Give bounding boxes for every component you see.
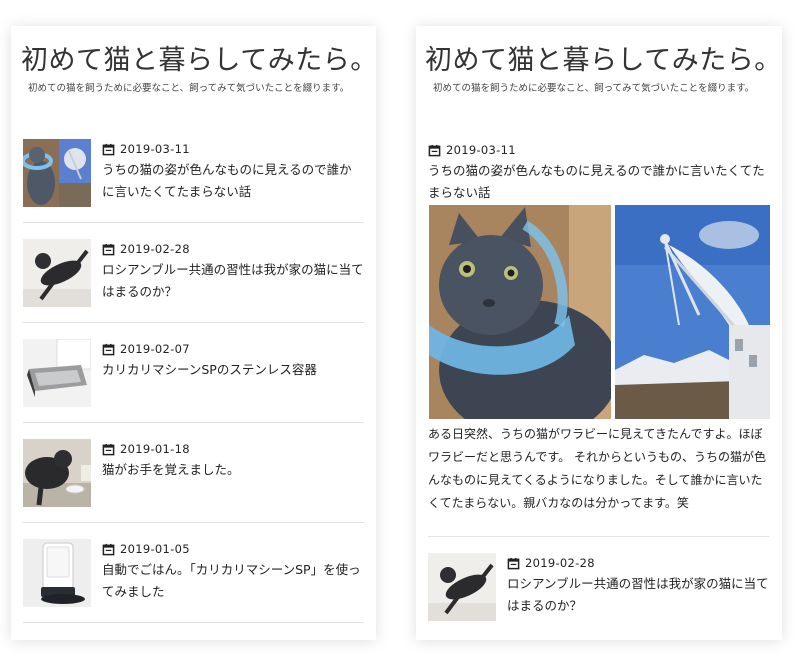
- site-title[interactable]: 初めて猫と暮らしてみたら。: [21, 38, 376, 77]
- site-description: 初めての猫を飼うために必要なこと、飼ってみて気づいたことを綴ります。: [28, 83, 350, 94]
- post-meta: 2019-01-18 猫がお手を覚えました。: [102, 441, 364, 481]
- post-date-text: 2019-02-28: [120, 242, 190, 256]
- divider: [23, 322, 364, 323]
- post-thumbnail[interactable]: [428, 553, 496, 621]
- list-item[interactable]: 2019-02-28 ロシアンブルー共通の習性は我が家の猫に当てはまるのか？: [23, 239, 364, 339]
- calendar-icon: [102, 443, 115, 455]
- calendar-icon: [102, 143, 115, 155]
- list-item[interactable]: 2019-03-11 うちの猫の姿が色んなものに見えるので誰かに言いたくてたまら…: [23, 139, 364, 239]
- post-meta: 2019-03-11 うちの猫の姿が色んなものに見えるので誰かに言いたくてたまら…: [102, 141, 364, 203]
- list-item[interactable]: 2019-02-07 カリカリマシーンSPのステンレス容器: [23, 339, 364, 439]
- post-thumbnail[interactable]: [23, 539, 91, 607]
- post-date: 2019-03-11: [428, 142, 770, 158]
- divider: [428, 536, 769, 537]
- post-title-link[interactable]: ロシアンブルー共通の習性は我が家の猫に当てはまるのか？: [507, 573, 769, 617]
- calendar-icon: [102, 343, 115, 355]
- post-date-text: 2019-01-18: [120, 442, 190, 456]
- post-date-text: 2019-02-28: [525, 556, 595, 570]
- post-title-link[interactable]: 猫がお手を覚えました。: [102, 459, 364, 481]
- list-item[interactable]: 2019-01-05 自動でごはん。「カリカリマシーンSP」を使ってみました: [23, 539, 364, 639]
- divider: [23, 422, 364, 423]
- featured-image[interactable]: [429, 205, 770, 419]
- post-date: 2019-01-05: [102, 541, 364, 557]
- post-date: 2019-01-18: [102, 441, 364, 457]
- post-date: 2019-03-11: [102, 141, 364, 157]
- post-meta: 2019-01-05 自動でごはん。「カリカリマシーンSP」を使ってみました: [102, 541, 364, 603]
- post-title-link[interactable]: カリカリマシーンSPのステンレス容器: [102, 359, 364, 381]
- divider: [23, 622, 364, 623]
- calendar-icon: [507, 557, 520, 569]
- featured-post-excerpt: ある日突然、うちの猫がワラビーに見えてきたんですよ。ほぼワラビーだと思うんです。…: [428, 427, 767, 510]
- post-title-link[interactable]: 自動でごはん。「カリカリマシーンSP」を使ってみました: [102, 559, 364, 603]
- divider: [23, 522, 364, 523]
- site-title[interactable]: 初めて猫と暮らしてみたら。: [425, 38, 782, 77]
- post-meta: 2019-02-28 ロシアンブルー共通の習性は我が家の猫に当てはまるのか？: [507, 555, 769, 617]
- post-thumbnail[interactable]: [23, 339, 91, 407]
- post-date: 2019-02-28: [102, 241, 364, 257]
- post-date: 2019-02-28: [507, 555, 769, 571]
- post-date-text: 2019-02-07: [120, 342, 190, 356]
- site-description: 初めての猫を飼うために必要なこと、飼ってみて気づいたことを綴ります。: [433, 83, 755, 94]
- post-thumbnail[interactable]: [23, 139, 91, 207]
- calendar-icon: [428, 144, 441, 156]
- featured-post-title[interactable]: うちの猫の姿が色んなものに見えるので誰かに言いたくてたまらない話: [428, 160, 770, 204]
- post-meta: 2019-02-07 カリカリマシーンSPのステンレス容器: [102, 341, 364, 381]
- post-date-text: 2019-03-11: [446, 143, 516, 157]
- post-date-text: 2019-01-05: [120, 542, 190, 556]
- post-detail-card: 初めて猫と暮らしてみたら。 初めての猫を飼うために必要なこと、飼ってみて気づいた…: [416, 26, 782, 640]
- divider: [23, 222, 364, 223]
- post-date-text: 2019-03-11: [120, 142, 190, 156]
- post-date: 2019-02-07: [102, 341, 364, 357]
- post-thumbnail[interactable]: [23, 439, 91, 507]
- list-item[interactable]: 2019-01-18 猫がお手を覚えました。: [23, 439, 364, 539]
- post-meta: 2019-02-28 ロシアンブルー共通の習性は我が家の猫に当てはまるのか？: [102, 241, 364, 303]
- post-thumbnail[interactable]: [23, 239, 91, 307]
- list-item[interactable]: 2019-02-28 ロシアンブルー共通の習性は我が家の猫に当てはまるのか？: [428, 553, 769, 640]
- post-title-link[interactable]: ロシアンブルー共通の習性は我が家の猫に当てはまるのか？: [102, 259, 364, 303]
- post-title-link[interactable]: うちの猫の姿が色んなものに見えるので誰かに言いたくてたまらない話: [102, 159, 364, 203]
- calendar-icon: [102, 243, 115, 255]
- calendar-icon: [102, 543, 115, 555]
- post-list-card: 初めて猫と暮らしてみたら。 初めての猫を飼うために必要なこと、飼ってみて気づいた…: [11, 26, 376, 640]
- featured-post: 2019-03-11 うちの猫の姿が色んなものに見えるので誰かに言いたくてたまら…: [428, 142, 770, 204]
